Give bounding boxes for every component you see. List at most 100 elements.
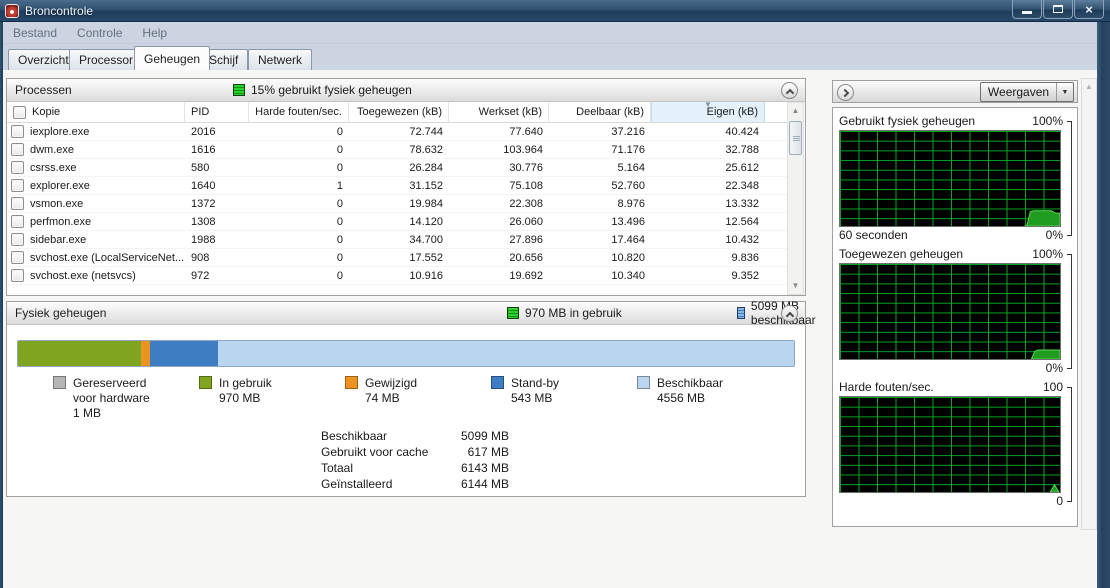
process-row[interactable]: svchost.exe (netsvcs) 972 0 10.916 19.69… <box>7 267 787 285</box>
memory-legend: Gereserveerd voor hardware 1 MB In gebru… <box>53 376 783 421</box>
legend-item: Beschikbaar 4556 MB <box>637 376 783 421</box>
process-working-set: 27.896 <box>449 234 549 246</box>
column-header-harde-fouten[interactable]: Harde fouten/sec. <box>249 102 349 122</box>
stat-label: Beschikbaar <box>321 428 451 444</box>
column-header-pid[interactable]: PID <box>185 102 249 122</box>
process-checkbox[interactable] <box>11 179 24 192</box>
process-row[interactable]: csrss.exe 580 0 26.284 30.776 5.164 25.6… <box>7 159 787 177</box>
process-hard-faults: 0 <box>249 144 349 156</box>
memory-bar-segment <box>150 341 218 366</box>
graph-title: Toegewezen geheugen <box>839 246 963 263</box>
process-private: 10.432 <box>651 234 765 246</box>
menu-help[interactable]: Help <box>132 24 177 42</box>
graph-plot <box>839 396 1061 493</box>
chevron-up-icon <box>786 312 794 320</box>
process-shareable: 13.496 <box>549 216 651 228</box>
process-row[interactable]: vsmon.exe 1372 0 19.984 22.308 8.976 13.… <box>7 195 787 213</box>
process-table-body: iexplore.exe 2016 0 72.744 77.640 37.216… <box>7 123 787 286</box>
process-checkbox[interactable] <box>11 251 24 264</box>
collapse-processes-button[interactable] <box>781 82 798 99</box>
expand-panel-button[interactable] <box>837 84 854 101</box>
column-header-werkset[interactable]: Werkset (kB) <box>449 102 549 122</box>
process-hard-faults: 0 <box>249 126 349 138</box>
scroll-up-icon[interactable]: ▲ <box>1082 79 1096 95</box>
scroll-up-icon[interactable]: ▲ <box>788 103 803 119</box>
tab-netwerk[interactable]: Netwerk <box>248 49 312 70</box>
process-row[interactable]: svchost.exe (LocalServiceNet... 908 0 17… <box>7 249 787 267</box>
memory-stat-row: Totaal 6143 MB <box>321 460 509 476</box>
process-working-set: 26.060 <box>449 216 549 228</box>
process-checkbox[interactable] <box>11 143 24 156</box>
process-row[interactable]: perfmon.exe 1308 0 14.120 26.060 13.496 … <box>7 213 787 231</box>
tabstrip: Overzicht Processor Geheugen Schijf Netw… <box>3 44 1097 70</box>
close-icon: × <box>1085 3 1093 16</box>
scroll-down-icon[interactable]: ▼ <box>788 278 803 294</box>
graph-plot <box>839 263 1061 360</box>
process-checkbox[interactable] <box>11 197 24 210</box>
process-checkbox[interactable] <box>11 125 24 138</box>
legend-label: In gebruik <box>219 376 272 391</box>
process-working-set: 30.776 <box>449 162 549 174</box>
window-border-right <box>1097 22 1110 588</box>
memory-bar-segment <box>18 341 141 366</box>
legend-item: Stand-by 543 MB <box>491 376 637 421</box>
process-commit: 14.120 <box>349 216 449 228</box>
process-commit: 17.552 <box>349 252 449 264</box>
close-button[interactable]: × <box>1074 0 1104 19</box>
process-row[interactable]: sidebar.exe 1988 0 34.700 27.896 17.464 … <box>7 231 787 249</box>
right-panel-scrollbar[interactable]: ▲ <box>1081 78 1097 530</box>
process-checkbox[interactable] <box>11 269 24 282</box>
process-hard-faults: 0 <box>249 198 349 210</box>
graph-axis-bracket <box>1067 254 1072 369</box>
process-shareable: 17.464 <box>549 234 651 246</box>
stat-value: 617 MB <box>451 444 509 460</box>
stat-value: 5099 MB <box>451 428 509 444</box>
process-table-scrollbar[interactable]: ▲ ▼ <box>787 102 804 295</box>
stat-value: 6144 MB <box>451 476 509 492</box>
process-private: 22.348 <box>651 180 765 192</box>
views-dropdown-button[interactable]: Weergaven ▼ <box>980 82 1074 102</box>
select-all-checkbox[interactable] <box>13 106 26 119</box>
column-header-kopie[interactable]: Kopie <box>7 102 185 122</box>
column-header-eigen[interactable]: ▼ Eigen (kB) <box>651 102 765 122</box>
graph-footer-label: 60 seconden <box>839 227 908 244</box>
minimize-button[interactable] <box>1012 0 1042 19</box>
menu-bestand[interactable]: Bestand <box>3 24 67 42</box>
memory-usage-status: 15% gebruikt fysiek geheugen <box>233 83 412 97</box>
dropdown-arrow-icon[interactable]: ▼ <box>1056 83 1073 101</box>
process-row[interactable]: iexplore.exe 2016 0 72.744 77.640 37.216… <box>7 123 787 141</box>
process-shareable: 10.340 <box>549 270 651 282</box>
views-label: Weergaven <box>981 85 1056 99</box>
process-private: 25.612 <box>651 162 765 174</box>
column-header-toegewezen[interactable]: Toegewezen (kB) <box>349 102 449 122</box>
process-row[interactable]: dwm.exe 1616 0 78.632 103.964 71.176 32.… <box>7 141 787 159</box>
graph-title: Gebruikt fysiek geheugen <box>839 113 975 130</box>
stat-label: Geïnstalleerd <box>321 476 451 492</box>
scrollbar-thumb[interactable] <box>789 121 802 155</box>
tab-geheugen[interactable]: Geheugen <box>134 46 210 70</box>
process-hard-faults: 0 <box>249 270 349 282</box>
maximize-button[interactable] <box>1043 0 1073 19</box>
process-shareable: 37.216 <box>549 126 651 138</box>
process-checkbox[interactable] <box>11 233 24 246</box>
process-pid: 1616 <box>185 144 249 156</box>
process-name: svchost.exe (LocalServiceNet... <box>30 252 184 264</box>
process-checkbox[interactable] <box>11 215 24 228</box>
menu-controle[interactable]: Controle <box>67 24 132 42</box>
app-icon <box>5 4 19 18</box>
graph-max-label: 100% <box>1032 246 1063 263</box>
process-row[interactable]: explorer.exe 1640 1 31.152 75.108 52.760… <box>7 177 787 195</box>
graph-axis-bracket <box>1067 387 1072 502</box>
column-header-deelbaar[interactable]: Deelbaar (kB) <box>549 102 651 122</box>
process-pid: 1372 <box>185 198 249 210</box>
process-private: 32.788 <box>651 144 765 156</box>
chevron-up-icon <box>786 89 794 97</box>
process-checkbox[interactable] <box>11 161 24 174</box>
graph-axis-bracket <box>1067 121 1072 236</box>
process-row[interactable]: iexplore.exe 2032 0 11.232 23.204 14.564… <box>7 285 787 286</box>
legend-color-icon <box>491 376 504 389</box>
menubar: Bestand Controle Help <box>3 22 1097 44</box>
collapse-memory-button[interactable] <box>781 305 798 322</box>
tab-processor[interactable]: Processor <box>69 49 143 70</box>
legend-value: 543 MB <box>511 391 559 406</box>
